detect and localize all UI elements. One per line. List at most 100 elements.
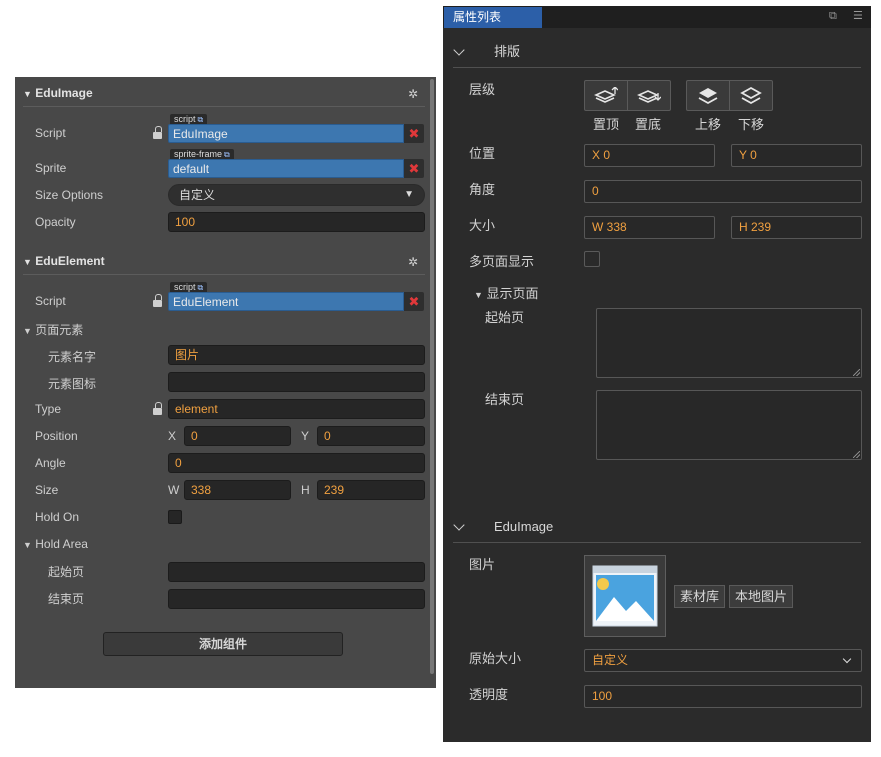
size-w-input[interactable]: 338: [184, 480, 291, 500]
eduelement-section-header[interactable]: ▼ EduElement: [23, 251, 105, 271]
start-page-label: 起始页: [48, 565, 85, 579]
move-up-icon: [698, 87, 718, 104]
collapse-arrow-icon: ▼: [23, 540, 32, 550]
multipage-checkbox[interactable]: [584, 251, 600, 267]
end-page-input[interactable]: [168, 589, 425, 609]
angle-label: Angle: [35, 456, 66, 470]
hold-area-group[interactable]: ▼ Hold Area: [23, 536, 88, 553]
position-x-input[interactable]: X 0: [584, 144, 715, 167]
move-up-caption: 上移: [695, 117, 722, 132]
hold-area-label: Hold Area: [35, 537, 88, 551]
collapse-arrow-icon: ▼: [23, 89, 32, 99]
popout-icon[interactable]: ⧉: [829, 10, 837, 23]
gear-icon[interactable]: ✲: [408, 88, 418, 100]
type-input[interactable]: element: [168, 399, 425, 419]
script-tag-text: script: [174, 282, 196, 292]
scrollbar[interactable]: [430, 79, 434, 674]
layer-group-up-down: [686, 80, 773, 111]
position-label: Position: [35, 429, 78, 443]
divider: [23, 106, 425, 107]
resize-grip-icon[interactable]: [853, 369, 860, 376]
display-pages-group[interactable]: ▼ 显示页面: [474, 286, 539, 303]
add-component-button[interactable]: 添加组件: [103, 632, 343, 656]
move-up-button[interactable]: [687, 81, 730, 110]
original-size-value: 自定义: [592, 653, 629, 667]
layout-section-title[interactable]: 排版: [494, 43, 520, 61]
end-page-textarea[interactable]: [596, 390, 862, 460]
resize-grip-icon[interactable]: [853, 451, 860, 458]
collapse-chevron-icon[interactable]: [453, 519, 465, 531]
move-down-button[interactable]: [730, 81, 773, 110]
script-field[interactable]: EduElement: [168, 292, 404, 311]
angle-input[interactable]: 0: [168, 453, 425, 473]
element-name-input[interactable]: 图片: [168, 345, 425, 365]
size-options-value: 自定义: [179, 188, 216, 202]
eduimage-section-title: EduImage: [35, 86, 93, 100]
position-y-input[interactable]: 0: [317, 426, 425, 446]
element-name-label: 元素名字: [48, 350, 97, 364]
component-inspector-panel: ▼ EduImage ✲ Script script ⧉ EduImage ✖ S…: [15, 77, 436, 688]
clear-script-icon[interactable]: ✖: [404, 124, 424, 143]
lock-icon: [153, 402, 162, 415]
library-button[interactable]: 素材库: [674, 585, 726, 608]
hold-on-checkbox[interactable]: [168, 510, 182, 524]
size-h-input[interactable]: 239: [317, 480, 425, 500]
size-options-select[interactable]: 自定义 ▼: [168, 184, 425, 206]
property-list-panel: 属性列表 ⧉ ☰ 排版 层级 置顶 置底 上移 下移 位置 X 0 Y 0 角度…: [443, 6, 871, 742]
clear-sprite-icon[interactable]: ✖: [404, 159, 424, 178]
send-to-back-button[interactable]: [628, 81, 671, 110]
start-page-input[interactable]: [168, 562, 425, 582]
sprite-tag-text: sprite-frame: [174, 149, 223, 159]
tab-property-list[interactable]: 属性列表: [444, 7, 542, 28]
original-size-select[interactable]: 自定义: [584, 649, 862, 672]
element-icon-input[interactable]: [168, 372, 425, 392]
size-w-label: W: [168, 483, 180, 497]
divider: [453, 542, 861, 543]
position-x-label: X: [168, 429, 177, 443]
collapse-arrow-icon: ▼: [23, 326, 32, 336]
external-link-icon[interactable]: ⧉: [198, 115, 204, 124]
script-label: Script: [35, 294, 66, 308]
opacity-input[interactable]: 100: [168, 212, 425, 232]
position-y-label: Y: [301, 429, 310, 443]
local-image-button[interactable]: 本地图片: [729, 585, 794, 608]
start-page-label: 起始页: [485, 310, 525, 325]
script-label: Script: [35, 126, 66, 140]
collapse-arrow-icon: ▼: [23, 257, 32, 267]
page-element-group[interactable]: ▼ 页面元素: [23, 322, 83, 339]
size-w-input[interactable]: W 338: [584, 216, 715, 239]
move-down-icon: [739, 86, 762, 104]
external-link-icon[interactable]: ⧉: [224, 150, 230, 159]
bring-to-front-button[interactable]: [585, 81, 628, 110]
eduimage-section-header[interactable]: ▼ EduImage: [23, 83, 93, 103]
menu-icon[interactable]: ☰: [853, 9, 863, 22]
position-x-input[interactable]: 0: [184, 426, 291, 446]
image-label: 图片: [469, 557, 496, 572]
size-h-input[interactable]: H 239: [731, 216, 862, 239]
collapse-chevron-icon[interactable]: [453, 44, 465, 56]
size-h-label: H: [301, 483, 310, 497]
opacity-label: 透明度: [469, 687, 509, 702]
page-element-label: 页面元素: [35, 323, 84, 337]
script-field[interactable]: EduImage: [168, 124, 404, 143]
clear-script-icon[interactable]: ✖: [404, 292, 424, 311]
angle-label: 角度: [469, 182, 496, 197]
eduimage-section-title[interactable]: EduImage: [494, 518, 553, 536]
hold-on-label: Hold On: [35, 510, 80, 524]
angle-input[interactable]: 0: [584, 180, 862, 203]
original-size-label: 原始大小: [469, 651, 522, 666]
start-page-textarea[interactable]: [596, 308, 862, 378]
opacity-input[interactable]: 100: [584, 685, 862, 708]
multipage-label: 多页面显示: [469, 254, 535, 269]
image-thumbnail[interactable]: [584, 555, 666, 637]
gear-icon[interactable]: ✲: [408, 256, 418, 268]
position-y-input[interactable]: Y 0: [731, 144, 862, 167]
move-down-caption: 下移: [738, 117, 765, 132]
lock-icon: [153, 126, 162, 139]
dropdown-arrow-icon: ▼: [404, 189, 414, 200]
lock-icon: [153, 294, 162, 307]
collapse-arrow-icon: ▼: [474, 290, 483, 300]
size-label: 大小: [469, 218, 496, 233]
external-link-icon[interactable]: ⧉: [198, 283, 204, 292]
sprite-field[interactable]: default: [168, 159, 404, 178]
